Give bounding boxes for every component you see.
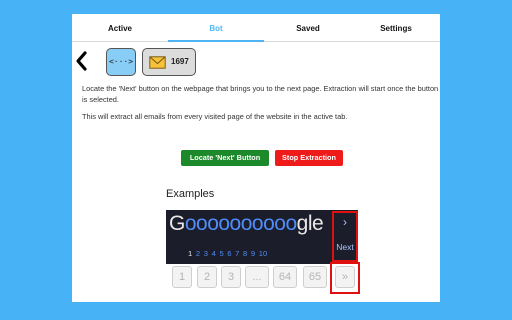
page-button-64: 64 — [273, 266, 297, 288]
tab-active[interactable]: Active — [72, 14, 168, 42]
google-page-number: 9 — [250, 249, 256, 258]
extraction-info-text: This will extract all emails from every … — [82, 112, 348, 121]
tab-bot[interactable]: Bot — [168, 14, 264, 42]
google-page-number: 2 — [195, 249, 201, 258]
google-page-number: 6 — [227, 249, 232, 258]
envelope-icon — [149, 56, 166, 69]
tab-bar: Active Bot Saved Settings — [72, 14, 440, 42]
extension-panel: Active Bot Saved Settings <···> 1697 Loc… — [72, 14, 440, 302]
instructions-text: Locate the 'Next' button on the webpage … — [82, 84, 439, 104]
page-ellipsis: ... — [245, 266, 269, 288]
google-page-number: 8 — [243, 249, 248, 258]
emails-button[interactable]: 1697 — [142, 48, 196, 76]
active-tab-indicator — [168, 40, 264, 42]
chevron-right-icon: › — [343, 215, 347, 229]
examples-heading: Examples — [166, 188, 215, 200]
google-pagination-example: Goooooooooogle 1 2 3 4 5 6 7 8 9 10 — [166, 210, 358, 264]
tab-settings[interactable]: Settings — [352, 14, 440, 42]
google-page-number: 4 — [211, 249, 216, 258]
google-next-label: Next — [336, 242, 354, 252]
google-page-numbers: 1 2 3 4 5 6 7 8 9 10 — [188, 249, 267, 258]
page-next-highlight — [330, 262, 360, 294]
stop-extraction-button[interactable]: Stop Extraction — [275, 150, 343, 166]
google-page-number: 7 — [235, 249, 240, 258]
code-icon: <···> — [108, 57, 134, 66]
back-button[interactable] — [74, 50, 88, 72]
page-button-3: 3 — [221, 266, 241, 288]
page-button-65: 65 — [303, 266, 327, 288]
locate-next-button[interactable]: Locate 'Next' Button — [181, 150, 269, 166]
page-button-2: 2 — [197, 266, 217, 288]
google-page-number: 5 — [219, 249, 224, 258]
google-page-number: 3 — [203, 249, 208, 258]
google-page-number: 10 — [258, 249, 268, 258]
tab-saved[interactable]: Saved — [264, 14, 352, 42]
page-button-1: 1 — [172, 266, 192, 288]
email-count: 1697 — [171, 57, 189, 66]
google-page-current: 1 — [188, 249, 193, 258]
chevron-left-icon — [76, 51, 87, 71]
google-next-highlight: › Next — [332, 211, 358, 262]
code-toggle-button[interactable]: <···> — [106, 48, 136, 76]
google-logo-text: Goooooooooogle — [169, 212, 324, 235]
